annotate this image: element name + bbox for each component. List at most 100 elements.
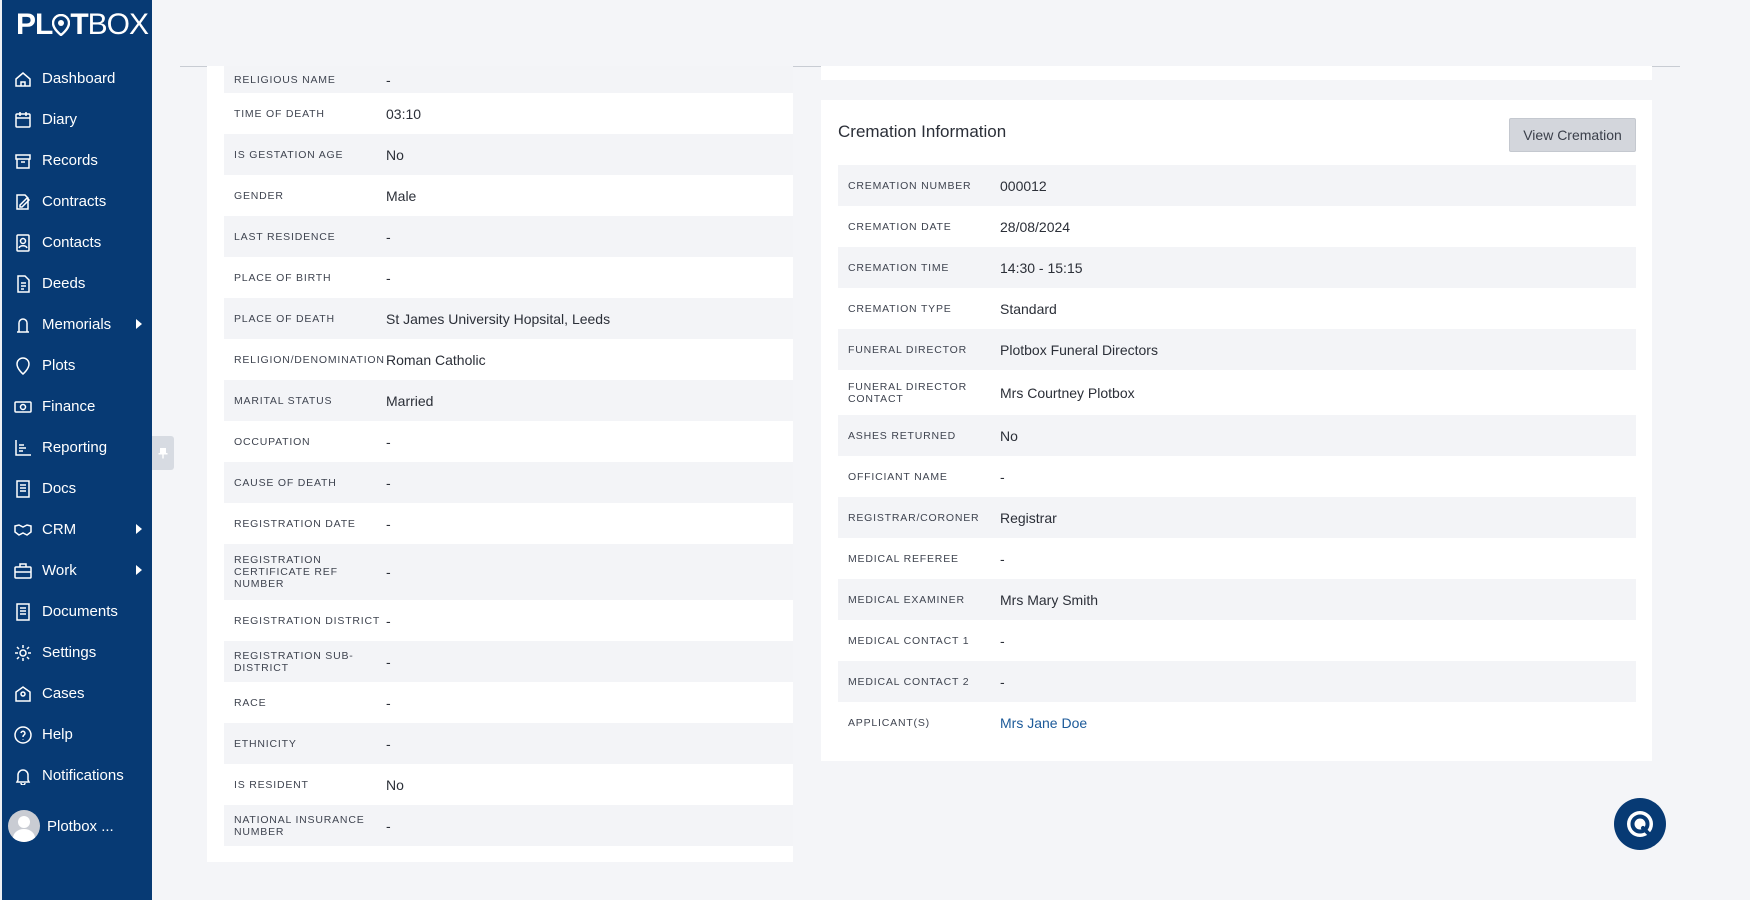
gear-icon (14, 644, 32, 662)
detail-label: GENDER (234, 189, 284, 202)
sidebar-item-contacts[interactable]: Contacts (2, 222, 152, 263)
cremation-value: - (1000, 673, 1005, 690)
deceased-details-card: RELIGIOUS NAME - TIME OF DEATH 03:10 IS GEST… (207, 66, 793, 862)
detail-value: - (386, 612, 391, 629)
cremation-row: OFFICIANT NAME - (838, 456, 1636, 497)
sidebar-item-notifications[interactable]: Notifications (2, 755, 152, 796)
chevron-right-icon (136, 565, 142, 575)
cremation-label: OFFICIANT NAME (848, 470, 948, 483)
sidebar-item-reporting[interactable]: Reporting (2, 427, 152, 468)
contract-icon (14, 193, 32, 211)
cremation-row: CREMATION TYPE Standard (838, 288, 1636, 329)
user-name: Plotbox ... (47, 817, 114, 835)
chat-widget-button[interactable] (1614, 798, 1666, 850)
view-cremation-button[interactable]: View Cremation (1509, 118, 1636, 152)
sidebar-item-diary[interactable]: Diary (2, 99, 152, 140)
cremation-label: MEDICAL EXAMINER (848, 593, 965, 606)
detail-label: NATIONAL INSURANCE NUMBER (234, 813, 365, 838)
cremation-row: FUNERAL DIRECTOR CONTACT Mrs Courtney Plo… (838, 370, 1636, 415)
card-title: Cremation Information (838, 122, 1007, 141)
cremation-value: Plotbox Funeral Directors (1000, 341, 1158, 358)
sidebar-item-docs[interactable]: Docs (2, 468, 152, 509)
applicant-link[interactable]: Mrs Jane Doe (1000, 715, 1087, 731)
cremation-value: No (1000, 427, 1018, 444)
sidebar-item-plots[interactable]: Plots (2, 345, 152, 386)
cremation-value: - (1000, 550, 1005, 567)
sidebar-item-help[interactable]: Help (2, 714, 152, 755)
detail-label: TIME OF DEATH (234, 107, 325, 120)
avatar (8, 810, 40, 842)
cremation-value: Mrs Mary Smith (1000, 591, 1098, 608)
sidebar-item-label: Records (42, 152, 98, 169)
cremation-label: FUNERAL DIRECTOR (848, 343, 967, 356)
detail-value: - (386, 735, 391, 752)
pin-icon (158, 448, 168, 459)
document-icon (14, 274, 32, 293)
cremation-label: CREMATION TIME (848, 261, 950, 274)
sidebar-item-label: Work (42, 562, 77, 579)
cremation-row: MEDICAL EXAMINER Mrs Mary Smith (838, 579, 1636, 620)
sidebar-item-label: Memorials (42, 316, 112, 333)
cremation-label: FUNERAL DIRECTOR CONTACT (848, 380, 967, 405)
sidebar-item-label: Settings (42, 644, 97, 661)
cremation-row: ASHES RETURNED No (838, 415, 1636, 456)
sidebar-nav: Dashboard Diary Records Contracts Contacts De… (2, 58, 152, 796)
detail-row: RACE - (224, 682, 793, 723)
cremation-row: CREMATION NUMBER 000012 (838, 165, 1636, 206)
sidebar-item-label: Deeds (42, 275, 86, 292)
cremation-value: - (1000, 632, 1005, 649)
sidebar-item-contracts[interactable]: Contracts (2, 181, 152, 222)
sidebar-item-settings[interactable]: Settings (2, 632, 152, 673)
cremation-label: MEDICAL CONTACT 2 (848, 675, 970, 688)
detail-label: PLACE OF DEATH (234, 312, 335, 325)
detail-label: REGISTRATION CERTIFICATE REF NUMBER (234, 554, 338, 590)
sidebar-item-cases[interactable]: Cases (2, 673, 152, 714)
detail-row: IS RESIDENT No (224, 764, 793, 805)
sidebar-item-records[interactable]: Records (2, 140, 152, 181)
cremation-row: MEDICAL CONTACT 1 - (838, 620, 1636, 661)
detail-value: - (386, 71, 391, 88)
cremation-label: MEDICAL REFEREE (848, 552, 959, 565)
chat-icon (1627, 811, 1653, 837)
memorial-icon (14, 316, 32, 334)
detail-label: RACE (234, 696, 267, 709)
documents-icon (14, 602, 32, 621)
sidebar-pin-toggle[interactable] (152, 436, 174, 470)
cremation-label: CREMATION NUMBER (848, 179, 972, 192)
sidebar-item-documents[interactable]: Documents (2, 591, 152, 632)
detail-row: RELIGION/DENOMINATION Roman Catholic (224, 339, 793, 380)
sidebar-item-label: Cases (42, 685, 85, 702)
cremation-value: 000012 (1000, 177, 1047, 194)
help-icon (14, 725, 32, 744)
sidebar-item-crm[interactable]: CRM (2, 509, 152, 550)
detail-row: GENDER Male (224, 175, 793, 216)
cremation-row: MEDICAL CONTACT 2 - (838, 661, 1636, 702)
cremation-row: REGISTRAR/CORONER Registrar (838, 497, 1636, 538)
detail-value: - (386, 653, 391, 670)
sidebar-item-label: Notifications (42, 767, 124, 784)
sidebar-item-work[interactable]: Work (2, 550, 152, 591)
sidebar-item-deeds[interactable]: Deeds (2, 263, 152, 304)
plotbox-logo[interactable]: PL TBOX (16, 8, 149, 42)
sidebar-item-label: Finance (42, 398, 96, 415)
sidebar-item-memorials[interactable]: Memorials (2, 304, 152, 345)
cremation-label: CREMATION TYPE (848, 302, 952, 315)
cremation-information-card: Cremation Information View Cremation CRE… (821, 100, 1652, 761)
detail-value: - (386, 694, 391, 711)
cremation-details-list: CREMATION NUMBER 000012 CREMATION DATE 28/0… (838, 165, 1636, 743)
cremation-row: FUNERAL DIRECTOR Plotbox Funeral Director… (838, 329, 1636, 370)
detail-value: St James University Hopsital, Leeds (386, 310, 611, 327)
detail-value: Married (386, 392, 434, 409)
user-menu[interactable]: Plotbox ... (8, 810, 114, 842)
detail-row: REGISTRATION DISTRICT - (224, 600, 793, 641)
sidebar-item-finance[interactable]: Finance (2, 386, 152, 427)
detail-row: PLACE OF BIRTH - (224, 257, 793, 298)
detail-value: - (386, 228, 391, 245)
cases-icon (14, 685, 32, 703)
sidebar-item-dashboard[interactable]: Dashboard (2, 58, 152, 99)
cremation-value: - (1000, 468, 1005, 485)
detail-value: 03:10 (386, 105, 422, 122)
detail-value: No (386, 146, 404, 163)
deceased-details-list: RELIGIOUS NAME - TIME OF DEATH 03:10 IS GEST… (224, 66, 793, 846)
detail-row: NATIONAL INSURANCE NUMBER - (224, 805, 793, 846)
